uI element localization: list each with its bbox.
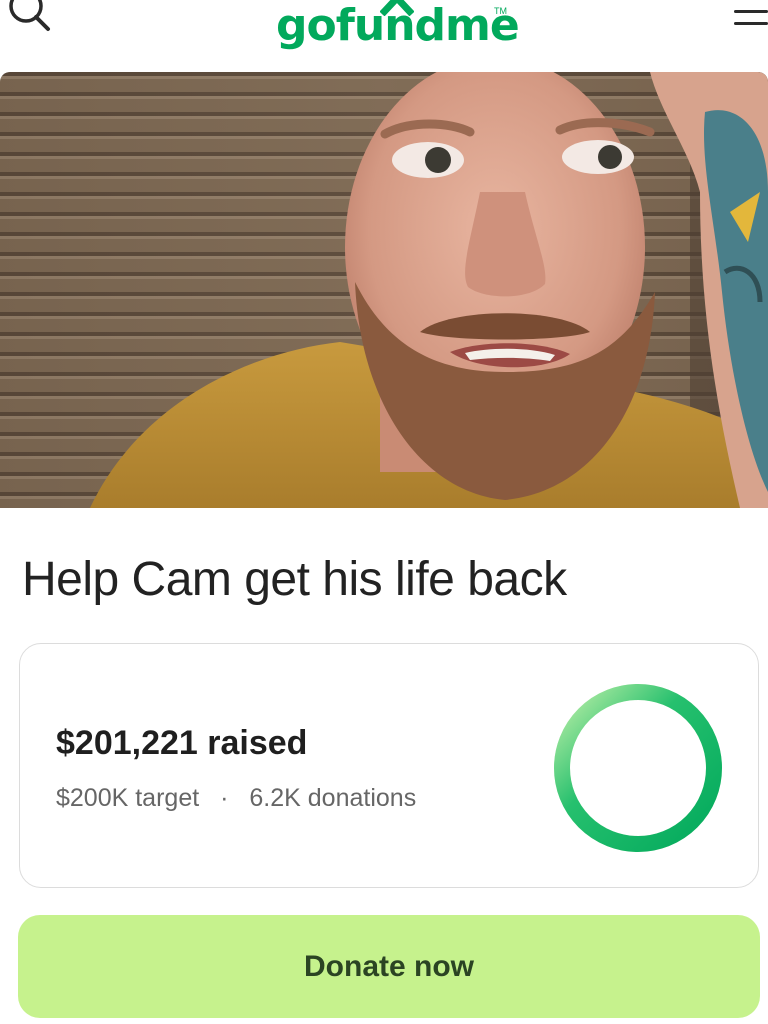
donation-count: 6.2K donations [249,784,417,812]
progress-meta: $200K target · 6.2K donations [56,784,416,813]
target-amount: $200K target [56,784,200,812]
search-button[interactable] [0,0,56,40]
menu-button[interactable] [728,6,768,30]
raised-summary: $201,221 raised [56,724,307,763]
gofundme-logo[interactable]: gofundme TM [274,0,520,56]
meta-separator: · [220,784,229,812]
logo-text: gofundme [276,0,520,51]
campaign-photo[interactable] [0,72,768,508]
menu-line-icon [734,10,768,13]
menu-line-icon [734,22,768,25]
logo-trademark: TM [494,6,507,16]
raised-amount: $201,221 [56,724,198,762]
search-icon [9,0,50,31]
raised-label: raised [207,724,308,762]
campaign-photo-illustration [0,72,768,508]
donate-now-button[interactable]: Donate now [18,915,760,1018]
progress-ring [554,684,722,852]
campaign-title: Help Cam get his life back [22,553,567,606]
top-bar: gofundme TM [0,0,768,70]
progress-card: $201,221 raised $200K target · 6.2K dona… [19,643,759,888]
